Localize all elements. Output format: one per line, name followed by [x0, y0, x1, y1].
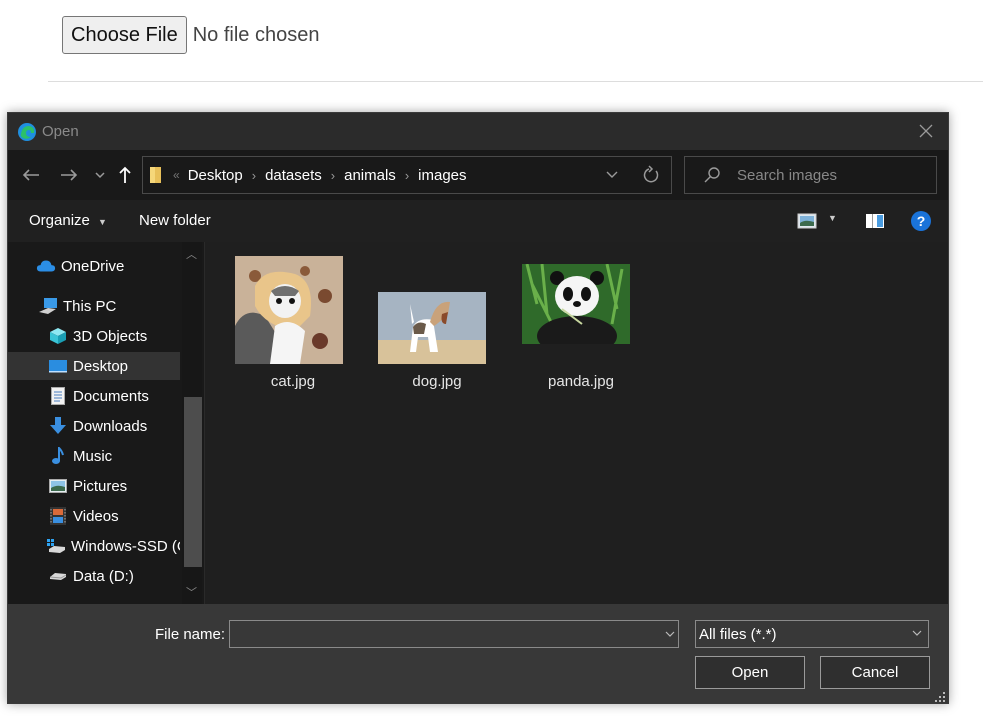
- command-toolbar: Organize ▼ New folder ▼ ?: [8, 200, 948, 242]
- close-icon[interactable]: [916, 121, 936, 141]
- file-name-label: File name:: [155, 626, 226, 643]
- breadcrumb-datasets[interactable]: datasets: [265, 167, 322, 184]
- chevron-down-icon[interactable]: [605, 167, 619, 181]
- arrow-right-icon: [61, 169, 78, 181]
- refresh-icon[interactable]: [641, 165, 661, 185]
- sidebar-item-data-drive[interactable]: Data (D:): [8, 562, 180, 590]
- svg-text:?: ?: [917, 213, 926, 229]
- sidebar-item-music[interactable]: Music: [8, 442, 180, 470]
- back-button[interactable]: [20, 164, 42, 186]
- sidebar-item-downloads[interactable]: Downloads: [8, 412, 180, 440]
- organize-label: Organize: [29, 212, 90, 229]
- sidebar-item-videos[interactable]: Videos: [8, 502, 180, 530]
- dog-thumbnail: [378, 292, 486, 364]
- page-divider: [48, 81, 983, 82]
- resize-grip-icon[interactable]: [934, 691, 946, 703]
- breadcrumb-images[interactable]: images: [418, 167, 466, 184]
- chevron-right-icon[interactable]: ›: [331, 168, 335, 183]
- chevron-down-icon: [912, 630, 922, 636]
- dropdown-arrow-icon: ▼: [98, 217, 107, 227]
- arrow-left-icon: [22, 169, 39, 181]
- no-file-text: No file chosen: [192, 23, 320, 46]
- sidebar-item-3d-objects[interactable]: 3D Objects: [8, 322, 180, 350]
- sidebar-label: Data (D:): [73, 567, 134, 585]
- sidebar-label: Videos: [73, 507, 119, 525]
- overflow-chevron-icon[interactable]: «: [173, 168, 180, 182]
- breadcrumb-animals[interactable]: animals: [344, 167, 396, 184]
- sidebar-label: Music: [73, 447, 113, 465]
- sidebar-scrollbar[interactable]: ︿ ﹀: [182, 242, 202, 604]
- folder-icon: [150, 167, 161, 183]
- sidebar-label: OneDrive: [61, 257, 125, 275]
- cancel-button[interactable]: Cancel: [820, 656, 930, 689]
- cube-icon: [48, 326, 68, 346]
- navigation-bar: « Desktop › datasets › animals › images …: [8, 150, 948, 200]
- desktop-icon: [48, 356, 68, 376]
- sidebar-label: Documents: [73, 387, 149, 405]
- cloud-icon: [36, 256, 56, 276]
- new-folder-button[interactable]: New folder: [139, 212, 211, 229]
- view-dropdown-icon[interactable]: ▼: [828, 213, 837, 223]
- arrow-up-icon: [119, 166, 131, 183]
- sidebar-label: This PC: [63, 297, 117, 315]
- open-button[interactable]: Open: [695, 656, 805, 689]
- dialog-title: Open: [42, 123, 79, 140]
- windows-drive-icon: [46, 536, 66, 556]
- file-input[interactable]: Choose File No file chosen: [62, 16, 319, 54]
- sidebar-item-this-pc[interactable]: This PC: [8, 292, 180, 320]
- dialog-footer: File name: All files (*.*) Open Cancel: [8, 604, 948, 703]
- edge-icon: [18, 122, 36, 141]
- scroll-up-icon[interactable]: ︿: [186, 246, 197, 262]
- sidebar-label: Windows-SSD (C:): [71, 537, 180, 555]
- file-type-select[interactable]: All files (*.*): [695, 620, 929, 648]
- scroll-down-icon[interactable]: ﹀: [186, 584, 197, 600]
- scrollbar-thumb[interactable]: [184, 397, 202, 567]
- help-icon[interactable]: ?: [910, 210, 932, 232]
- address-bar[interactable]: « Desktop › datasets › animals › images: [142, 156, 672, 194]
- search-placeholder: Search images: [737, 166, 838, 184]
- sidebar-label: 3D Objects: [73, 327, 148, 345]
- chevron-right-icon[interactable]: ›: [252, 168, 256, 183]
- chevron-right-icon[interactable]: ›: [405, 168, 409, 183]
- up-button[interactable]: [114, 164, 136, 186]
- choose-file-button[interactable]: Choose File: [62, 16, 187, 54]
- change-view-icon[interactable]: [797, 213, 817, 229]
- chevron-down-icon: [95, 172, 105, 179]
- download-icon: [48, 416, 68, 436]
- panda-thumbnail: [522, 264, 630, 344]
- pictures-icon: [48, 476, 68, 496]
- computer-icon: [38, 296, 58, 316]
- organize-button[interactable]: Organize ▼: [29, 212, 107, 229]
- sidebar-label: Pictures: [73, 477, 128, 495]
- file-name: panda.jpg: [548, 373, 614, 390]
- breadcrumb-desktop[interactable]: Desktop: [188, 167, 243, 184]
- file-type-value: All files (*.*): [699, 626, 777, 643]
- search-input[interactable]: Search images: [684, 156, 937, 194]
- preview-pane-icon[interactable]: [865, 213, 885, 229]
- sidebar-item-pictures[interactable]: Pictures: [8, 472, 180, 500]
- drive-icon: [48, 566, 68, 586]
- file-name: cat.jpg: [270, 373, 316, 390]
- open-file-dialog: Open « Desktop › datasets › animals › im…: [7, 112, 949, 704]
- document-icon: [48, 386, 68, 406]
- file-name-input[interactable]: [229, 620, 679, 648]
- file-name-dropdown-icon[interactable]: [665, 630, 675, 638]
- sidebar-item-windows-ssd[interactable]: Windows-SSD (C:): [8, 532, 180, 560]
- forward-button[interactable]: [58, 164, 80, 186]
- navigation-pane: OneDrive This PC 3D Objects Desktop Docu…: [8, 242, 202, 604]
- sidebar-label: Downloads: [73, 417, 148, 435]
- sidebar-item-desktop[interactable]: Desktop: [8, 352, 180, 380]
- file-name: dog.jpg: [412, 373, 462, 390]
- music-icon: [48, 446, 68, 466]
- sidebar-label: Desktop: [73, 357, 129, 375]
- cat-thumbnail: [235, 256, 343, 364]
- sidebar-item-documents[interactable]: Documents: [8, 382, 180, 410]
- recent-locations-button[interactable]: [89, 164, 111, 186]
- search-icon: [704, 167, 720, 183]
- dialog-titlebar: Open: [8, 113, 948, 150]
- videos-icon: [48, 506, 68, 526]
- file-list: cat.jpg dog.jpg panda.jpg: [205, 242, 948, 604]
- sidebar-item-onedrive[interactable]: OneDrive: [8, 252, 180, 280]
